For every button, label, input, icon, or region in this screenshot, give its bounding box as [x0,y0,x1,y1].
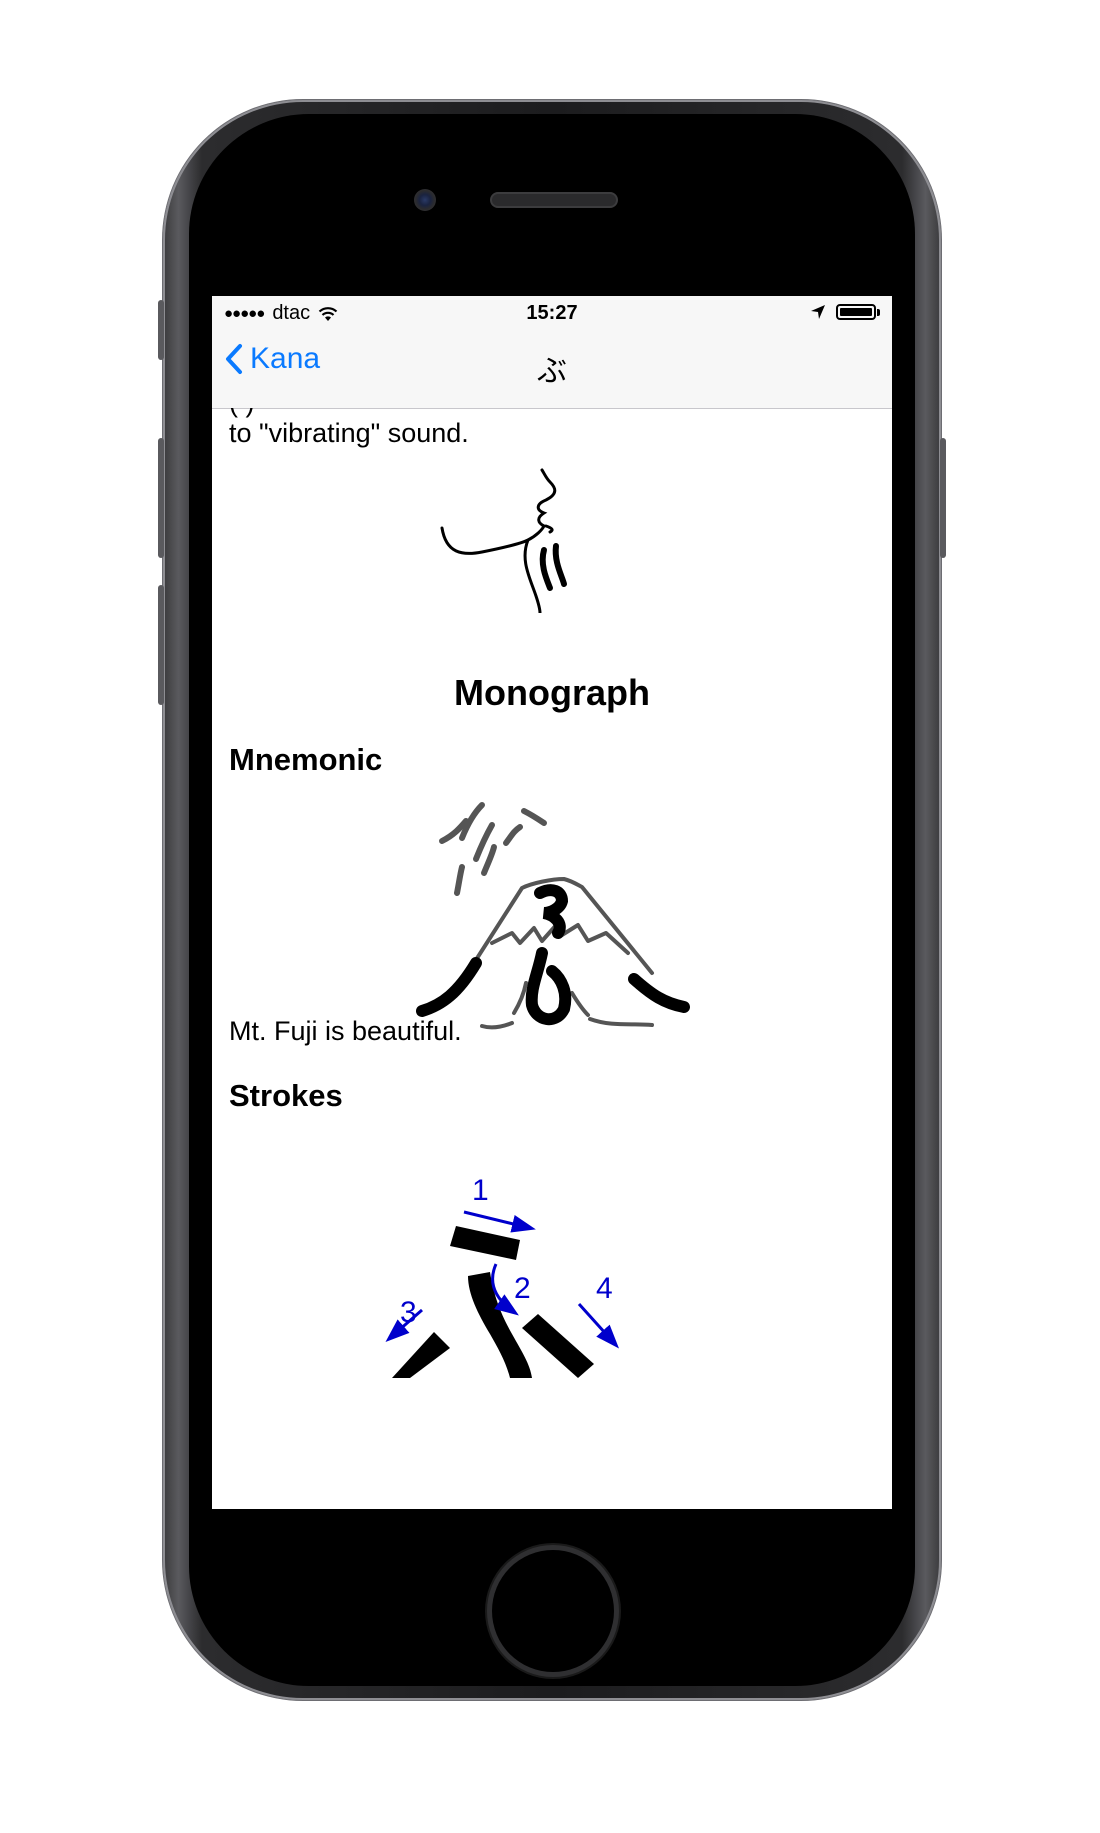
mt-fuji-illustration [416,802,690,1030]
status-time: 15:27 [526,302,578,324]
stroke-number-2: 2 [514,1272,531,1305]
stroke-number-4: 4 [596,1272,613,1305]
page-title: ぶ [537,355,567,388]
strokes-heading: Strokes [229,1078,343,1113]
mnemonic-heading: Mnemonic [229,742,383,777]
mnemonic-text: Mt. Fuji is beautiful. [229,1016,462,1046]
monograph-title: Monograph [454,672,650,713]
volume-up-button [158,438,164,558]
description-text: to "vibrating" sound. [229,418,469,448]
battery-icon [836,304,876,320]
stroke-number-3: 3 [400,1296,417,1329]
volume-down-button [158,585,164,705]
screen: ●●●●● dtac 15:27 Kana ぶ ( ) [212,296,892,1509]
scroll-content[interactable]: ( ) to "vibrating" sound. Monograph Mnem… [212,408,892,1509]
vibrating-throat-illustration [440,468,567,613]
location-arrow-icon [811,305,825,319]
mute-switch [158,300,164,360]
earpiece-speaker [492,194,616,206]
front-camera [414,189,436,211]
stroke-order-diagram: 1 2 3 4 [385,1174,620,1378]
home-button[interactable] [492,1550,614,1672]
battery-tip [877,308,880,316]
stroke-number-1: 1 [472,1174,489,1207]
power-button [940,438,946,558]
status-bar: ●●●●● dtac 15:27 [212,296,892,332]
navigation-bar: Kana ぶ [212,332,892,409]
